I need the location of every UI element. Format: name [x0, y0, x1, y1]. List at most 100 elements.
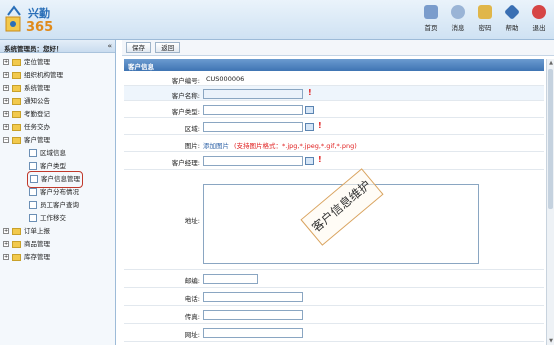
folder-icon: [12, 253, 21, 261]
address-label: 地址:: [184, 217, 200, 225]
tree-child-work-handover[interactable]: 工作移交: [3, 212, 115, 225]
row-zip: 邮编:: [124, 270, 544, 288]
type-select[interactable]: [203, 105, 303, 115]
logo-text-bottom: 365: [26, 20, 54, 35]
home-icon: [424, 5, 438, 19]
top-banner: 兴勤 365 首页 消息 密码 帮助 退出: [0, 0, 554, 40]
picker-icon[interactable]: [305, 106, 314, 114]
image-label: 图片:: [184, 142, 200, 150]
row-region: 区域: !: [124, 118, 544, 135]
region-label: 区域:: [184, 125, 200, 133]
row-image: 图片: 添加图片 (支持图片格式：*.jpg,*.jpeg,*.gif,*.pn…: [124, 135, 544, 152]
expand-icon[interactable]: +: [3, 59, 9, 65]
website-label: 网址:: [184, 331, 200, 339]
expand-icon[interactable]: +: [3, 85, 9, 91]
folder-open-icon: [12, 136, 21, 144]
required-mark: !: [318, 121, 322, 130]
row-fax: 传真:: [124, 306, 544, 324]
name-label: 客户名称:: [171, 92, 200, 100]
collapse-icon[interactable]: −: [3, 137, 9, 143]
phone-label: 电话:: [184, 295, 200, 303]
manager-label: 客户经理:: [171, 159, 200, 167]
tree-node-organization[interactable]: + 组织机构管理: [3, 69, 115, 82]
expand-icon[interactable]: +: [3, 124, 9, 130]
folder-icon: [12, 97, 21, 105]
nav-home-button[interactable]: 首页: [420, 5, 442, 32]
page-icon: [29, 214, 37, 222]
picker-icon[interactable]: [305, 157, 314, 165]
user-greeting-bar: 系统管理员：您好！ «: [0, 40, 115, 53]
user-greeting: 系统管理员：您好！: [4, 45, 63, 53]
message-icon: [451, 5, 465, 19]
tree-child-region-info[interactable]: 区域信息: [3, 147, 115, 160]
nav-help-button[interactable]: 帮助: [501, 4, 523, 32]
expand-icon[interactable]: +: [3, 98, 9, 104]
manager-select[interactable]: [203, 156, 303, 166]
website-input[interactable]: [203, 328, 303, 338]
tree-node-attendance[interactable]: + 考勤登记: [3, 108, 115, 121]
sidebar: 系统管理员：您好！ « + 定位管理 + 组织机构管理 + 系统管理 + 通知公告 + 考…: [0, 40, 116, 345]
menu-tree: + 定位管理 + 组织机构管理 + 系统管理 + 通知公告 + 考勤登记 + 任务交办 − 客…: [0, 53, 115, 264]
name-input[interactable]: [203, 89, 303, 99]
toolbar: 保存 返回: [122, 40, 554, 56]
image-format-hint: (支持图片格式：*.jpg,*.jpeg,*.gif,*.png): [234, 142, 357, 150]
tree-node-location[interactable]: + 定位管理: [3, 56, 115, 69]
picker-icon[interactable]: [305, 123, 314, 131]
page-icon: [29, 162, 37, 170]
scroll-up-icon[interactable]: ▲: [548, 60, 554, 66]
required-mark: !: [318, 155, 322, 164]
zip-input[interactable]: [203, 274, 258, 284]
logo-text-top: 兴勤: [28, 7, 50, 20]
folder-icon: [12, 58, 21, 66]
expand-icon[interactable]: +: [3, 72, 9, 78]
code-label: 客户编号:: [171, 77, 200, 85]
selected-highlight: 客户信息管理: [27, 171, 83, 188]
type-label: 客户类型:: [171, 108, 200, 116]
scroll-thumb[interactable]: [548, 69, 553, 209]
exit-icon: [532, 5, 546, 19]
save-button[interactable]: 保存: [126, 42, 151, 53]
folder-icon: [12, 123, 21, 131]
zip-label: 邮编:: [184, 277, 200, 285]
tree-node-tasks[interactable]: + 任务交办: [3, 121, 115, 134]
expand-icon[interactable]: +: [3, 254, 9, 260]
folder-icon: [12, 71, 21, 79]
nav-message-button[interactable]: 消息: [447, 5, 469, 32]
row-code: 客户编号: CUS000006: [124, 71, 544, 86]
tree-child-customer-info[interactable]: 客户信息管理: [3, 171, 115, 188]
fax-input[interactable]: [203, 310, 303, 320]
row-phone: 电话:: [124, 288, 544, 306]
collapse-sidebar-icon[interactable]: «: [107, 42, 112, 50]
lock-icon: [478, 5, 492, 19]
page-icon: [29, 188, 37, 196]
tree-child-employee-customer-query[interactable]: 员工客户查询: [3, 199, 115, 212]
phone-input[interactable]: [203, 292, 303, 302]
tree-node-notice[interactable]: + 通知公告: [3, 95, 115, 108]
fax-label: 传真:: [184, 313, 200, 321]
row-type: 客户类型:: [124, 101, 544, 118]
tree-child-customer-type[interactable]: 客户类型: [3, 160, 115, 173]
folder-icon: [12, 84, 21, 92]
scroll-down-icon[interactable]: ▼: [548, 338, 554, 344]
code-value: CUS000006: [203, 74, 303, 84]
back-button[interactable]: 返回: [155, 42, 181, 53]
region-select[interactable]: [203, 122, 303, 132]
add-image-link[interactable]: 添加图片: [203, 140, 229, 150]
tree-node-customer-management[interactable]: − 客户管理: [3, 134, 115, 147]
expand-icon[interactable]: +: [3, 241, 9, 247]
nav-exit-button[interactable]: 退出: [528, 5, 550, 32]
row-name: 客户名称: !: [124, 86, 544, 101]
required-mark: !: [308, 88, 312, 97]
help-icon: [504, 4, 520, 20]
tree-child-customer-distribution[interactable]: 客户分布情况: [3, 186, 115, 199]
expand-icon[interactable]: +: [3, 228, 9, 234]
expand-icon[interactable]: +: [3, 111, 9, 117]
tree-node-orders[interactable]: + 订单上报: [3, 225, 115, 238]
nav-password-button[interactable]: 密码: [474, 5, 496, 32]
tree-node-inventory[interactable]: + 库存管理: [3, 251, 115, 264]
vertical-scrollbar[interactable]: ▲ ▼: [546, 59, 554, 345]
page-icon: [30, 175, 38, 183]
tree-node-products[interactable]: + 商品管理: [3, 238, 115, 251]
tree-node-system[interactable]: + 系统管理: [3, 82, 115, 95]
page-icon: [29, 201, 37, 209]
